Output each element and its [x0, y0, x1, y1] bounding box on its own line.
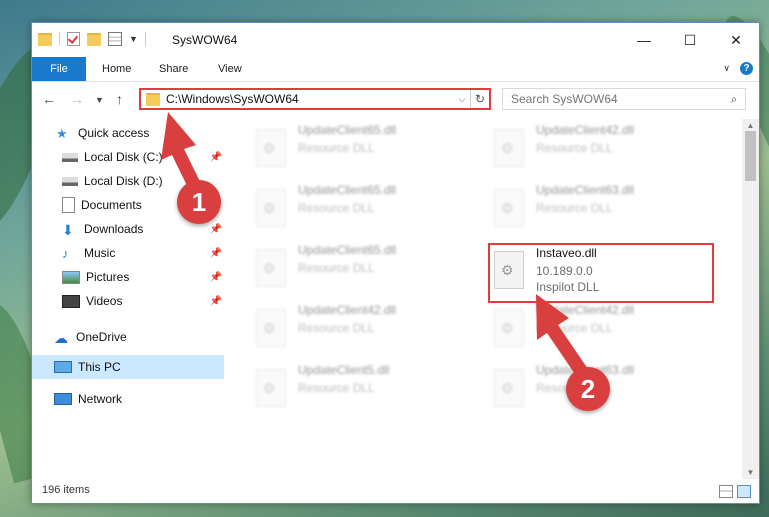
annotation-arrows [161, 112, 590, 380]
step-1-callout: 1 [177, 180, 221, 224]
step-2-callout: 2 [566, 367, 610, 411]
